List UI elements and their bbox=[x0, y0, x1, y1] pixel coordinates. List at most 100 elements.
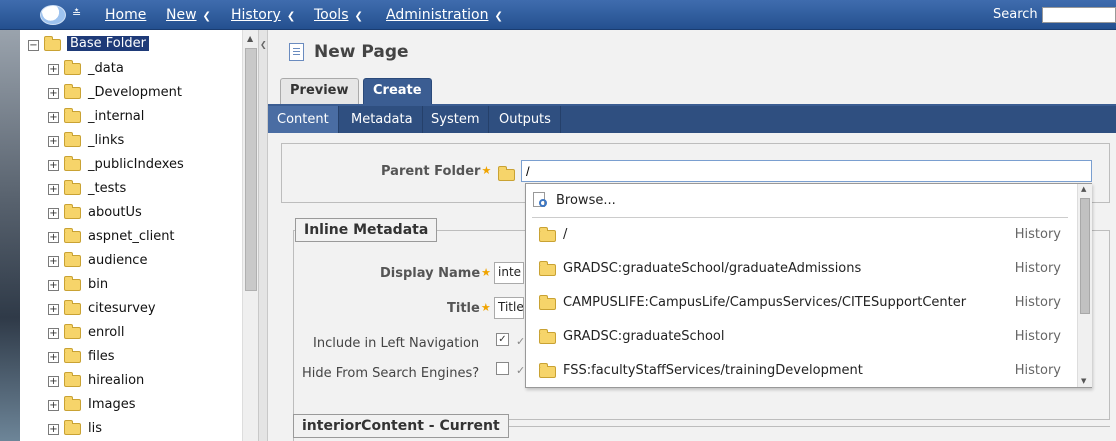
expand-icon[interactable]: + bbox=[48, 352, 59, 363]
folder-icon bbox=[539, 295, 556, 310]
folder-icon bbox=[64, 396, 81, 411]
tree-item[interactable]: + _Development bbox=[20, 82, 242, 104]
expand-icon[interactable]: + bbox=[48, 256, 59, 267]
menu-new[interactable]: New ❮ bbox=[166, 7, 211, 23]
hide-search-label: Hide From Search Engines? bbox=[302, 366, 480, 381]
dropdown-scrollbar[interactable]: ▲ ▼ bbox=[1077, 184, 1092, 387]
create-button[interactable]: Create bbox=[363, 78, 432, 104]
tree-item[interactable]: + _data bbox=[20, 58, 242, 80]
checkbox-suffix: ✓ bbox=[516, 335, 526, 348]
folder-icon bbox=[64, 300, 81, 315]
menu-home[interactable]: Home bbox=[105, 7, 146, 23]
parent-folder-suggestions: Browse... / History GRADSC:graduateSchool/… bbox=[525, 183, 1092, 388]
expand-icon[interactable]: + bbox=[48, 112, 59, 123]
suggestion-item[interactable]: GRADSC:graduateSchool/graduateAdmissions… bbox=[526, 256, 1076, 282]
tree-item[interactable]: + files bbox=[20, 346, 242, 368]
folder-icon bbox=[64, 60, 81, 75]
expand-icon[interactable]: + bbox=[48, 280, 59, 291]
title-input[interactable]: Title bbox=[494, 297, 524, 319]
expand-icon[interactable]: + bbox=[48, 328, 59, 339]
menu-tools[interactable]: Tools ❮ bbox=[314, 7, 363, 23]
chevron-down-icon: ≛ bbox=[72, 7, 82, 20]
menu-history[interactable]: History ❮ bbox=[231, 7, 295, 23]
folder-icon bbox=[539, 261, 556, 276]
tree-item[interactable]: + enroll bbox=[20, 322, 242, 344]
tree-item[interactable]: + lis bbox=[20, 418, 242, 440]
tree-root-label: Base Folder bbox=[67, 36, 149, 51]
tab-outputs[interactable]: Outputs bbox=[490, 106, 561, 133]
suggestion-item[interactable]: / History bbox=[526, 222, 1076, 248]
collapse-left-icon[interactable]: ❮ bbox=[260, 40, 267, 49]
logo-icon bbox=[40, 5, 66, 25]
tree-scrollbar[interactable]: ▲ bbox=[242, 30, 258, 441]
scroll-up-icon[interactable]: ▲ bbox=[247, 34, 253, 43]
scroll-thumb[interactable] bbox=[1080, 198, 1090, 314]
folder-icon bbox=[64, 324, 81, 339]
include-left-nav-checkbox[interactable]: ✓ bbox=[496, 333, 509, 346]
folder-icon[interactable] bbox=[498, 166, 515, 181]
tab-metadata[interactable]: Metadata bbox=[342, 106, 423, 133]
tree-item[interactable]: + bin bbox=[20, 274, 242, 296]
tree-item-label: _tests bbox=[88, 181, 127, 196]
scroll-up-icon[interactable]: ▲ bbox=[1081, 185, 1086, 193]
tree-item[interactable]: + citesurvey bbox=[20, 298, 242, 320]
search-label: Search bbox=[993, 7, 1038, 22]
expand-icon[interactable]: + bbox=[48, 88, 59, 99]
tree-item[interactable]: + hirealion bbox=[20, 370, 242, 392]
expand-icon[interactable]: + bbox=[48, 208, 59, 219]
page-icon bbox=[289, 43, 304, 61]
expand-icon[interactable]: + bbox=[48, 400, 59, 411]
tree-item[interactable]: + aboutUs bbox=[20, 202, 242, 224]
expand-icon[interactable]: + bbox=[48, 160, 59, 171]
collapse-icon[interactable]: − bbox=[28, 40, 39, 51]
suggestion-tag: History bbox=[1014, 227, 1061, 242]
tree-item[interactable]: + _tests bbox=[20, 178, 242, 200]
hide-search-checkbox[interactable] bbox=[496, 362, 509, 375]
tab-content[interactable]: Content bbox=[268, 106, 339, 133]
tree-item[interactable]: + _publicIndexes bbox=[20, 154, 242, 176]
menu-tools-label: Tools bbox=[314, 7, 349, 23]
tab-system[interactable]: System bbox=[422, 106, 490, 133]
tree-item-label: _Development bbox=[88, 85, 183, 100]
folder-icon bbox=[64, 420, 81, 435]
inline-metadata-legend: Inline Metadata bbox=[295, 218, 438, 242]
tree-item[interactable]: + Images bbox=[20, 394, 242, 416]
tree-item[interactable]: + _links bbox=[20, 130, 242, 152]
top-navigation-bar: ≛ Home New ❮ History ❮ Tools ❮ Administrati… bbox=[0, 0, 1116, 30]
folder-icon bbox=[64, 228, 81, 243]
suggestion-item[interactable]: GRADSC:graduateSchool History bbox=[526, 324, 1076, 350]
parent-folder-input[interactable] bbox=[521, 160, 1092, 182]
panel-splitter[interactable]: ❮ bbox=[258, 30, 268, 441]
expand-icon[interactable]: + bbox=[48, 64, 59, 75]
tree-item-label: _links bbox=[88, 133, 125, 148]
tree-item-label: lis bbox=[88, 421, 102, 436]
tree-item[interactable]: + aspnet_client bbox=[20, 226, 242, 248]
expand-icon[interactable]: + bbox=[48, 232, 59, 243]
parent-folder-label-text: Parent Folder bbox=[381, 164, 481, 179]
checkbox-suffix: ✓ bbox=[516, 364, 526, 377]
menu-history-label: History bbox=[231, 7, 281, 23]
expand-icon[interactable]: + bbox=[48, 376, 59, 387]
expand-icon[interactable]: + bbox=[48, 136, 59, 147]
suggestion-path: / bbox=[563, 227, 568, 242]
suggestion-item[interactable]: FSS:facultyStaffServices/trainingDevelop… bbox=[526, 358, 1076, 384]
expand-icon[interactable]: + bbox=[48, 424, 59, 435]
search-input[interactable] bbox=[1042, 7, 1116, 23]
suggestion-item[interactable]: CAMPUSLIFE:CampusLife/CampusServices/CIT… bbox=[526, 290, 1076, 316]
tree-item[interactable]: + _internal bbox=[20, 106, 242, 128]
display-name-input[interactable]: inte bbox=[494, 262, 524, 284]
tree-item-label: aspnet_client bbox=[88, 229, 175, 244]
scroll-thumb[interactable] bbox=[245, 48, 257, 291]
tree-root[interactable]: − Base Folder bbox=[20, 34, 242, 56]
preview-button[interactable]: Preview bbox=[280, 78, 359, 104]
title-label-text: Title bbox=[447, 301, 480, 316]
display-name-label-text: Display Name bbox=[380, 266, 481, 281]
app-logo-menu[interactable]: ≛ bbox=[36, 3, 94, 27]
scroll-down-icon[interactable]: ▼ bbox=[1081, 377, 1086, 385]
expand-icon[interactable]: + bbox=[48, 304, 59, 315]
tree-item[interactable]: + audience bbox=[20, 250, 242, 272]
menu-administration[interactable]: Administration ❮ bbox=[386, 7, 503, 23]
expand-icon[interactable]: + bbox=[48, 184, 59, 195]
suggestion-path: CAMPUSLIFE:CampusLife/CampusServices/CIT… bbox=[563, 295, 967, 310]
chevron-down-icon: ❮ bbox=[286, 11, 296, 22]
